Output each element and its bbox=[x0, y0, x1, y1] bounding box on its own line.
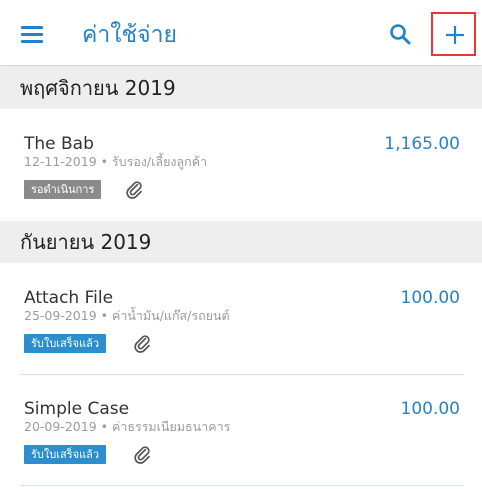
month-label: พฤศจิกายน 2019 bbox=[20, 76, 176, 100]
expense-title: Simple Case bbox=[24, 399, 130, 419]
expense-amount: 1,165.00 bbox=[384, 134, 460, 154]
paperclip-icon[interactable] bbox=[132, 333, 152, 353]
status-badge: รับใบเสร็จแล้ว bbox=[24, 445, 107, 464]
expense-item[interactable]: Attach File 100.00 25-09-2019 • ค่าน้ำมั… bbox=[0, 264, 482, 372]
expense-title: Attach File bbox=[24, 288, 114, 308]
expense-item[interactable]: Simple Case 100.00 20-09-2019 • ค่าธรรมเ… bbox=[0, 375, 482, 483]
expense-amount: 100.00 bbox=[400, 399, 460, 419]
status-badge: รอดำเนินการ bbox=[24, 180, 102, 199]
add-icon bbox=[446, 26, 464, 44]
expense-meta: 12-11-2019 • รับรอง/เลี้ยงลูกค้า bbox=[24, 154, 208, 169]
expense-title: The Bab bbox=[24, 134, 94, 154]
expense-meta: 25-09-2019 • ค่าน้ำมัน/แก๊ส/รถยนต์ bbox=[24, 308, 230, 323]
app-bar: ค่าใช้จ่าย bbox=[0, 0, 482, 66]
paperclip-icon[interactable] bbox=[132, 444, 152, 464]
divider bbox=[20, 485, 464, 486]
expense-amount: 100.00 bbox=[400, 288, 460, 308]
month-label: กันยายน 2019 bbox=[20, 230, 152, 254]
status-badge: รับใบเสร็จแล้ว bbox=[24, 334, 107, 353]
add-expense-button[interactable] bbox=[431, 12, 476, 56]
menu-icon[interactable] bbox=[21, 26, 45, 44]
paperclip-icon[interactable] bbox=[124, 179, 144, 199]
search-icon[interactable] bbox=[388, 22, 414, 48]
month-header: กันยายน 2019 bbox=[0, 221, 482, 263]
month-header: พฤศจิกายน 2019 bbox=[0, 67, 482, 109]
page-title: ค่าใช้จ่าย bbox=[82, 22, 178, 48]
expense-item[interactable]: The Bab 1,165.00 12-11-2019 • รับรอง/เลี… bbox=[0, 110, 482, 218]
expense-meta: 20-09-2019 • ค่าธรรมเนียมธนาคาร bbox=[24, 419, 231, 434]
